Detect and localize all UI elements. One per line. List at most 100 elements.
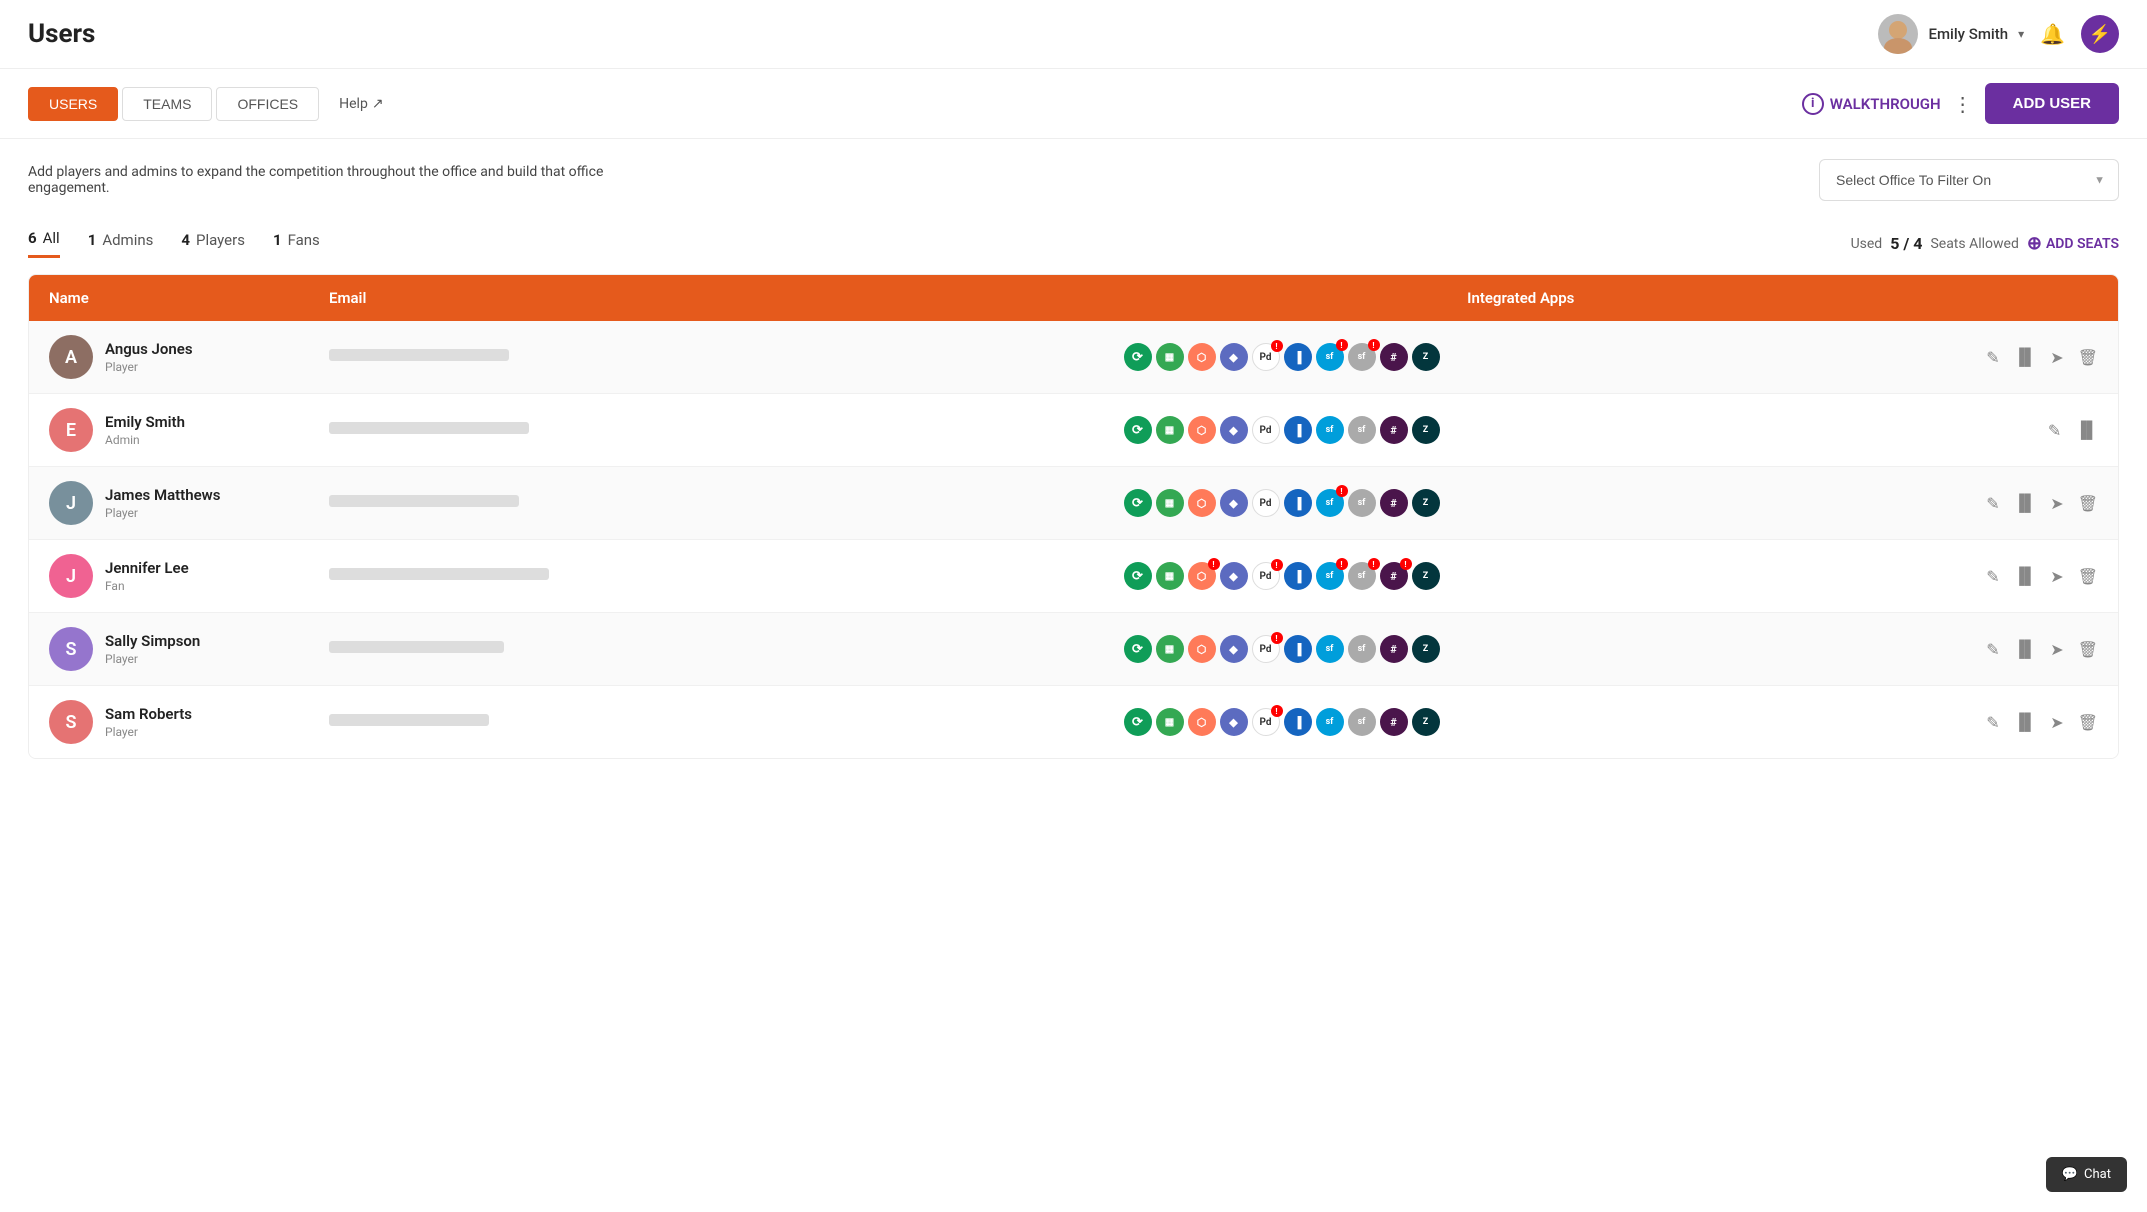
avatar-sam: S: [49, 700, 93, 744]
app-pipedrive-icon: Pd !: [1252, 343, 1280, 371]
app-icon: ⟳: [1124, 489, 1152, 517]
edit-button[interactable]: ✎: [1986, 494, 1999, 513]
tab-offices[interactable]: OFFICES: [216, 87, 319, 121]
edit-button[interactable]: ✎: [1986, 348, 1999, 367]
seats-used-label: Used: [1851, 236, 1883, 252]
tab-all-label: All: [43, 229, 60, 247]
tab-fans-label: Fans: [288, 231, 320, 249]
user-info-jennifer: Jennifer Lee Fan: [105, 559, 189, 593]
user-role-sally: Player: [105, 652, 200, 666]
col-header-actions: [1918, 289, 2098, 307]
edit-button[interactable]: ✎: [1986, 640, 1999, 659]
email-emily: [329, 422, 1124, 438]
col-header-name: Name: [49, 289, 329, 307]
tab-admins[interactable]: 1 Admins: [88, 231, 154, 257]
delete-button[interactable]: 🗑: [2078, 640, 2098, 659]
user-role-emily: Admin: [105, 433, 185, 447]
table-row: S Sally Simpson Player ⟳ ▦ ⬡ ◆ Pd ! ▐ sf…: [29, 613, 2118, 686]
tab-fans[interactable]: 1 Fans: [273, 231, 320, 257]
help-link[interactable]: Help ↗: [339, 96, 383, 112]
office-filter-select[interactable]: Select Office To Filter On: [1819, 159, 2119, 201]
email-sally: [329, 641, 1124, 657]
add-user-button[interactable]: ADD USER: [1985, 83, 2119, 124]
app-icon: ◆: [1220, 635, 1248, 663]
app-icon: Z: [1412, 489, 1440, 517]
chart-button[interactable]: ▐▌: [2075, 420, 2098, 440]
actions-jennifer: ✎ ▐▌ ➤ 🗑: [1918, 566, 2098, 586]
lightning-button[interactable]: ⚡: [2081, 15, 2119, 53]
app-salesforce1-icon: sf !: [1316, 343, 1344, 371]
app-icon: ▦: [1156, 416, 1184, 444]
app-badge: !: [1336, 558, 1348, 570]
apps-emily: ⟳ ▦ ⬡ ◆ Pd ▐ sf sf # Z: [1124, 416, 1919, 444]
user-name-sam: Sam Roberts: [105, 705, 192, 723]
app-icon: ⟳: [1124, 708, 1152, 736]
tab-players-label: Players: [196, 231, 245, 249]
user-menu[interactable]: Emily Smith ▾: [1878, 14, 2024, 54]
chart-button[interactable]: ▐▌: [2014, 639, 2037, 659]
app-badge: !: [1208, 558, 1220, 570]
app-icon: Pd !: [1252, 562, 1280, 590]
description-row: Add players and admins to expand the com…: [0, 139, 2147, 211]
send-button[interactable]: ➤: [2050, 494, 2063, 513]
more-options-button[interactable]: ⋮: [1953, 92, 1973, 116]
walkthrough-button[interactable]: i WALKTHROUGH: [1802, 93, 1941, 115]
avatar-emily: E: [49, 408, 93, 452]
avatar-sally: S: [49, 627, 93, 671]
chart-button[interactable]: ▐▌: [2014, 566, 2037, 586]
apps-james: ⟳ ▦ ⬡ ◆ Pd ▐ sf ! sf # Z: [1124, 489, 1919, 517]
user-name-james: James Matthews: [105, 486, 220, 504]
chat-button[interactable]: 💬 Chat: [2046, 1157, 2127, 1192]
tab-all[interactable]: 6 All: [28, 229, 60, 258]
user-tabs: 6 All 1 Admins 4 Players 1 Fans: [28, 229, 320, 258]
delete-button[interactable]: 🗑: [2078, 567, 2098, 586]
tab-users[interactable]: USERS: [28, 87, 118, 121]
edit-button[interactable]: ✎: [1986, 567, 1999, 586]
apps-jennifer: ⟳ ▦ ⬡ ! ◆ Pd ! ▐ sf ! sf ! # !: [1124, 562, 1919, 590]
chart-button[interactable]: ▐▌: [2014, 493, 2037, 513]
bell-icon[interactable]: 🔔: [2040, 22, 2065, 46]
user-cell-james: J James Matthews Player: [49, 481, 329, 525]
walkthrough-label: WALKTHROUGH: [1830, 95, 1941, 113]
user-cell-sam: S Sam Roberts Player: [49, 700, 329, 744]
user-name: Emily Smith: [1928, 25, 2008, 43]
tab-teams[interactable]: TEAMS: [122, 87, 212, 121]
table-row: J Jennifer Lee Fan ⟳ ▦ ⬡ ! ◆ Pd ! ▐ sf: [29, 540, 2118, 613]
app-icon: ⟳: [1124, 416, 1152, 444]
app-slack-icon: #: [1380, 343, 1408, 371]
chevron-down-icon: ▾: [2018, 27, 2024, 41]
send-button[interactable]: ➤: [2050, 567, 2063, 586]
send-button[interactable]: ➤: [2050, 348, 2063, 367]
chart-button[interactable]: ▐▌: [2014, 712, 2037, 732]
header-right: Emily Smith ▾ 🔔 ⚡: [1878, 14, 2119, 54]
user-cell-jennifer: J Jennifer Lee Fan: [49, 554, 329, 598]
info-icon: i: [1802, 93, 1824, 115]
delete-button[interactable]: 🗑: [2078, 713, 2098, 732]
apps-sam: ⟳ ▦ ⬡ ◆ Pd ! ▐ sf sf # Z: [1124, 708, 1919, 736]
add-seats-button[interactable]: ⊕ ADD SEATS: [2027, 233, 2119, 254]
apps-angus: ⟳ ▦ ⬡ ◆ Pd ! ▐ sf ! sf ! # Z: [1124, 343, 1919, 371]
delete-button[interactable]: 🗑: [2078, 348, 2098, 367]
app-badge: !: [1271, 705, 1283, 717]
seats-used-value: 5 / 4: [1890, 234, 1922, 253]
actions-sam: ✎ ▐▌ ➤ 🗑: [1918, 712, 2098, 732]
avatar-angus: A: [49, 335, 93, 379]
app-badge: !: [1400, 558, 1412, 570]
tab-players[interactable]: 4 Players: [181, 231, 245, 257]
user-name-sally: Sally Simpson: [105, 632, 200, 650]
app-badge: !: [1336, 485, 1348, 497]
chart-button[interactable]: ▐▌: [2014, 347, 2037, 367]
app-icon: ◆: [1220, 562, 1248, 590]
app-icon: Z: [1412, 562, 1440, 590]
edit-button[interactable]: ✎: [1986, 713, 1999, 732]
app-badge: !: [1271, 340, 1283, 352]
description-text: Add players and admins to expand the com…: [28, 164, 628, 196]
user-role-james: Player: [105, 506, 220, 520]
delete-button[interactable]: 🗑: [2078, 494, 2098, 513]
app-icon: sf: [1348, 489, 1376, 517]
send-button[interactable]: ➤: [2050, 713, 2063, 732]
app-icon: ▦: [1156, 489, 1184, 517]
send-button[interactable]: ➤: [2050, 640, 2063, 659]
app-icon: sf !: [1316, 489, 1344, 517]
edit-button[interactable]: ✎: [2048, 421, 2061, 440]
